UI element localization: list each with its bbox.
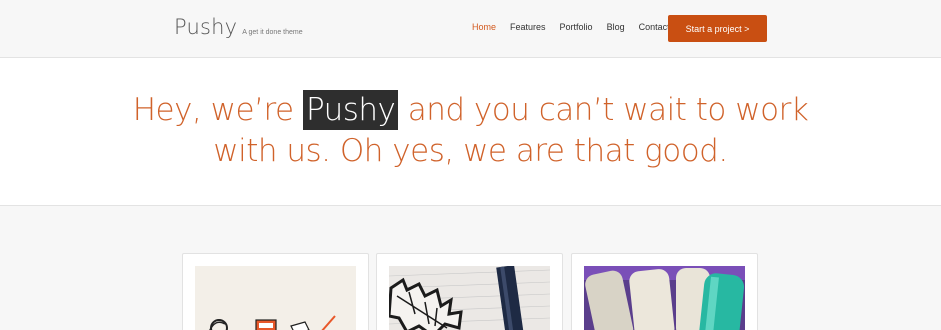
card-image-sketch[interactable] [195, 266, 356, 330]
hero-text-line1-after: and you can’t wait to work [398, 92, 809, 128]
nav-item-portfolio[interactable]: Portfolio [560, 22, 593, 32]
card-image-drawing[interactable] [389, 266, 550, 330]
card-image-markers[interactable] [584, 266, 745, 330]
markers-illustration [584, 266, 745, 330]
nav-item-blog[interactable]: Blog [607, 22, 625, 32]
start-project-button[interactable]: Start a project > [668, 15, 767, 42]
hero-text-before: Hey, we’re [132, 92, 303, 128]
hero-section: Hey, we’re Pushy and you can’t wait to w… [0, 58, 941, 206]
brand-name[interactable]: Pushy [174, 15, 237, 39]
nav-item-contact[interactable]: Contact [639, 22, 670, 32]
hero-highlight: Pushy [302, 90, 399, 130]
nav-item-home[interactable]: Home [472, 22, 496, 32]
nav-item-features[interactable]: Features [510, 22, 546, 32]
portfolio-card[interactable] [376, 253, 563, 330]
portfolio-cards [0, 206, 941, 330]
portfolio-card[interactable] [182, 253, 369, 330]
hero-text-line2: with us. Oh yes, we are that good. [213, 133, 728, 169]
site-header: Pushy A get it done theme Home Features … [0, 0, 941, 58]
sketch-illustration [195, 266, 356, 330]
portfolio-card[interactable] [571, 253, 758, 330]
hero-headline: Hey, we’re Pushy and you can’t wait to w… [0, 90, 941, 172]
drawing-illustration [389, 266, 550, 330]
main-nav: Home Features Portfolio Blog Contact [472, 22, 684, 32]
brand[interactable]: Pushy A get it done theme [174, 15, 303, 39]
brand-tagline: A get it done theme [242, 29, 303, 36]
